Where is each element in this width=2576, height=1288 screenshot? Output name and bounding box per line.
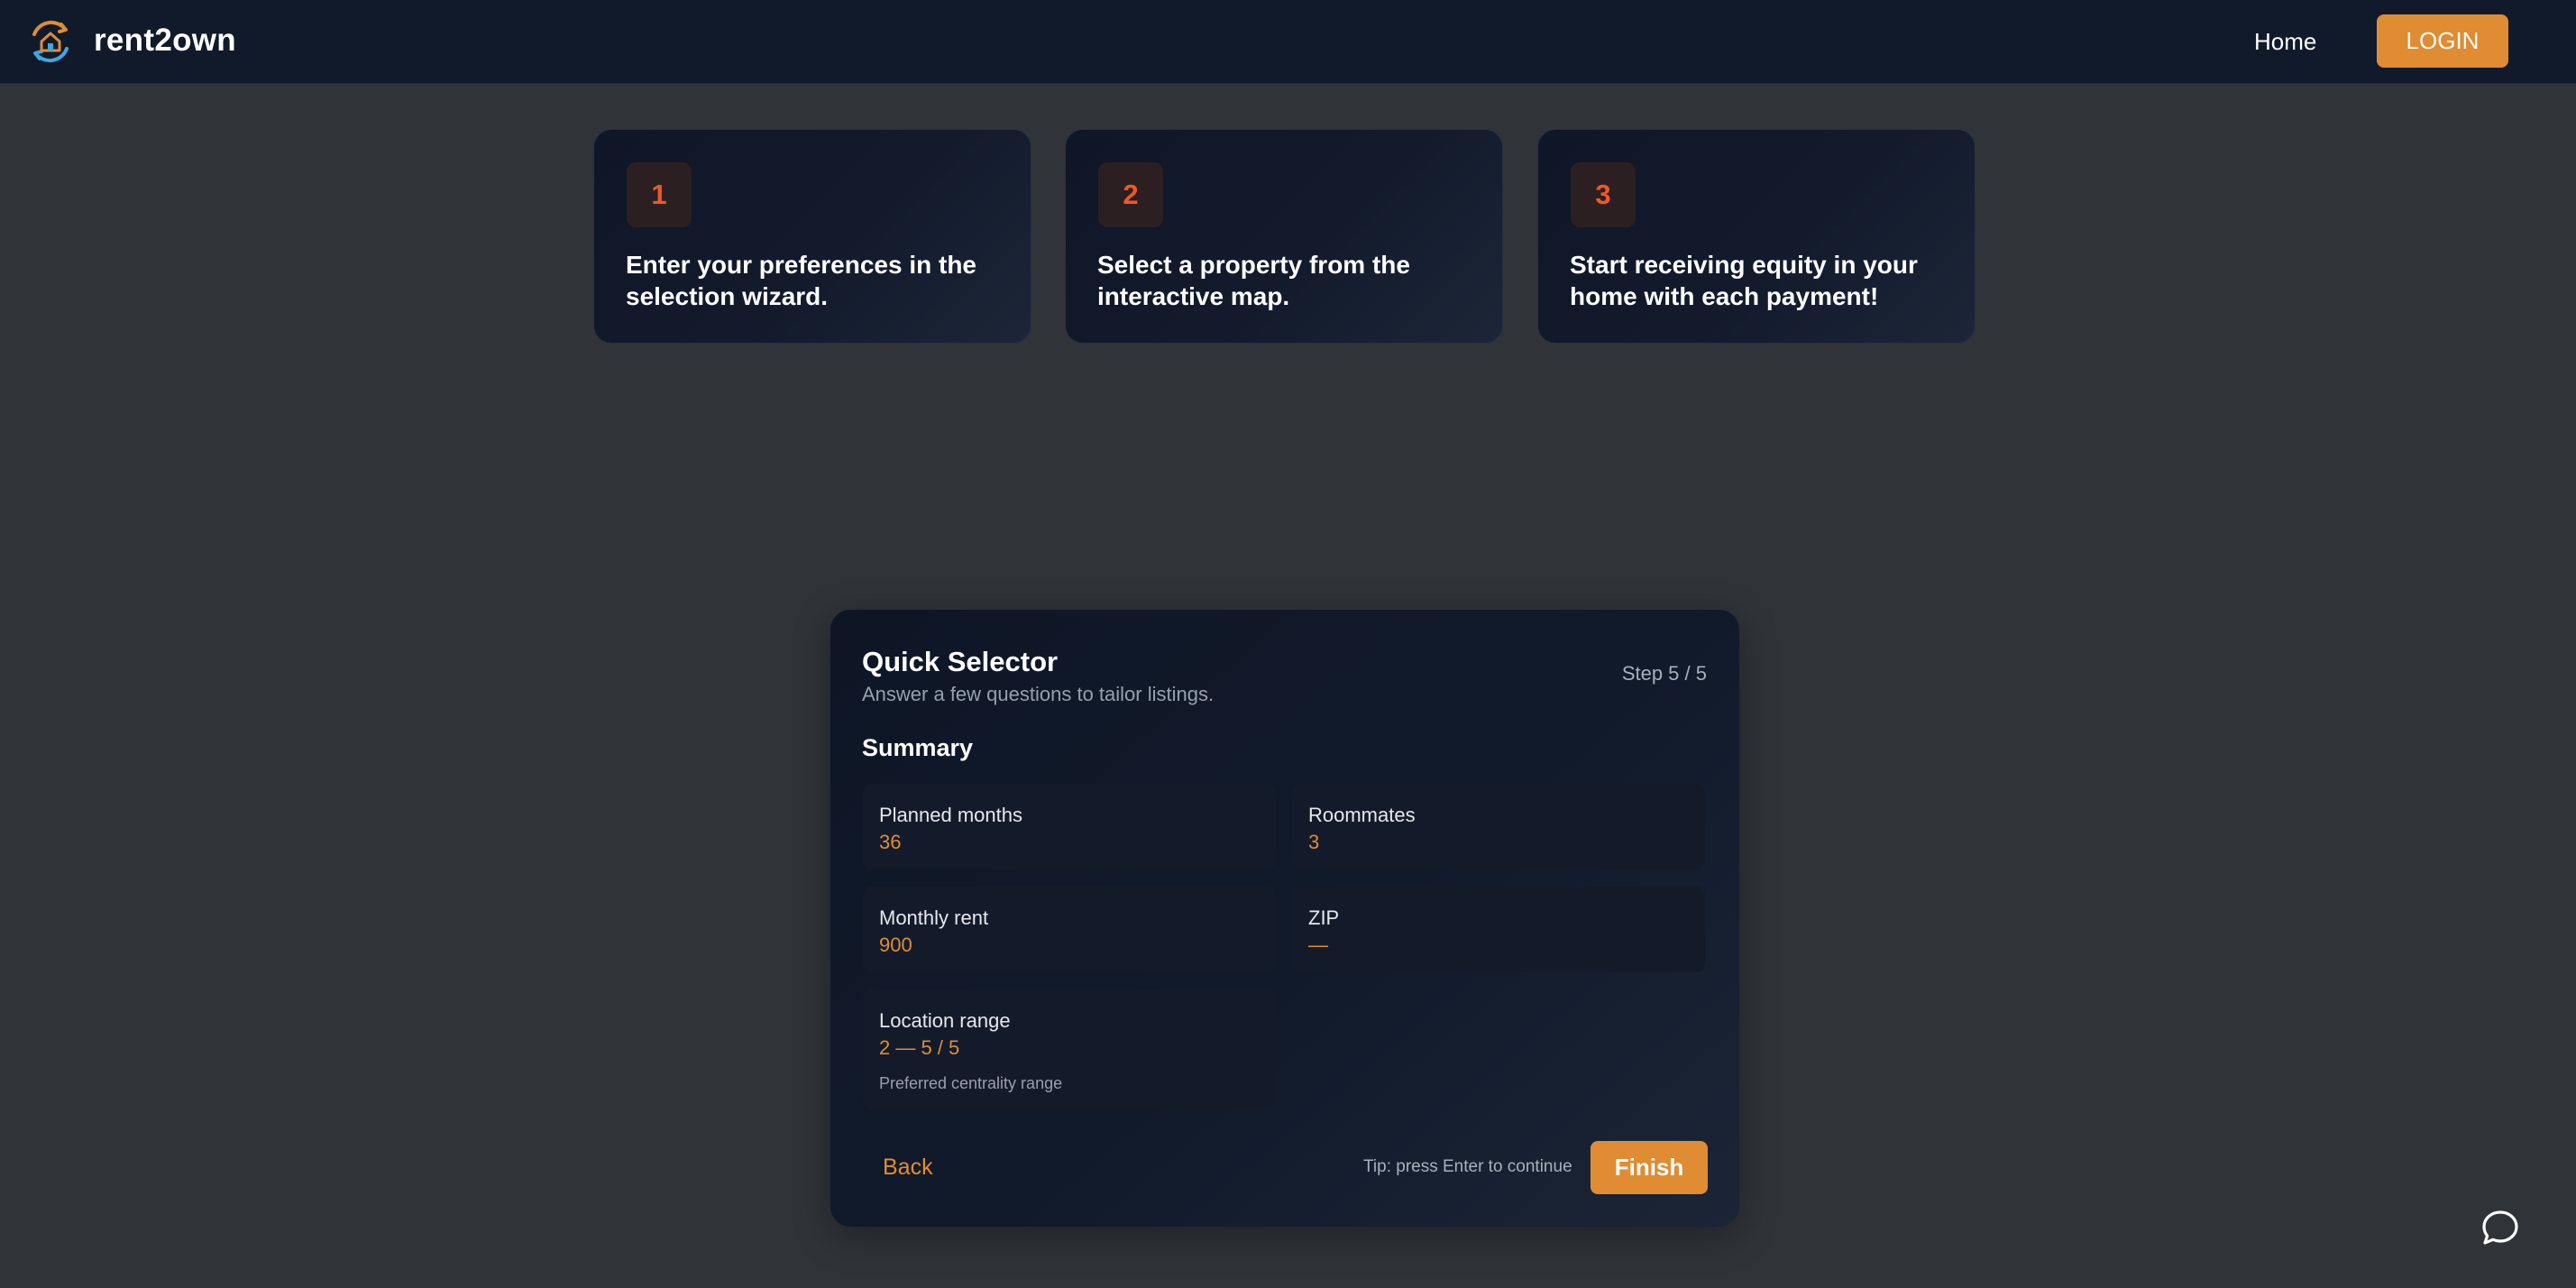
login-button[interactable]: LOGIN <box>2377 14 2508 68</box>
summary-value: 900 <box>879 934 912 956</box>
house-arrows-icon[interactable] <box>25 16 76 67</box>
quick-selector-panel: Quick Selector Answer a few questions to… <box>830 610 1739 1227</box>
step-description: Start receiving equity in your home with… <box>1570 251 1918 310</box>
step-description: Enter your preferences in the selection … <box>626 251 977 310</box>
step-card-2: 2 Select a property from the interactive… <box>1065 129 1503 344</box>
summary-value: 3 <box>1308 831 1320 853</box>
summary-label: Roommates <box>1308 804 1416 826</box>
step-card-3: 3 Start receiving equity in your home wi… <box>1537 129 1976 344</box>
step-description: Select a property from the interactive m… <box>1097 251 1410 310</box>
panel-subtitle: Answer a few questions to tailor listing… <box>862 683 1215 705</box>
nav-home-link[interactable]: Home <box>2254 23 2316 60</box>
brand-name[interactable]: rent2own <box>94 20 236 61</box>
step-number-badge: 2 <box>1098 162 1163 227</box>
step-indicator: Step 5 / 5 <box>1621 662 1707 685</box>
summary-heading: Summary <box>862 734 974 761</box>
summary-value: — <box>1308 934 1328 956</box>
summary-value: 36 <box>879 831 902 853</box>
back-button[interactable]: Back <box>883 1151 933 1183</box>
summary-label: ZIP <box>1308 906 1340 929</box>
step-number-badge: 1 <box>627 162 692 227</box>
summary-card-zip: ZIP — <box>1292 887 1705 972</box>
summary-label: Location range <box>879 1009 1011 1032</box>
summary-label: Planned months <box>879 804 1022 826</box>
step-number-badge: 3 <box>1571 162 1636 227</box>
summary-card-monthly-rent: Monthly rent 900 <box>863 887 1276 972</box>
keyboard-tip: Tip: press Enter to continue <box>1363 1157 1572 1176</box>
summary-card-planned-months: Planned months 36 <box>863 784 1276 869</box>
top-navbar: rent2own Home LOGIN <box>0 0 2576 84</box>
panel-title: Quick Selector <box>862 646 1059 677</box>
chat-bubble-icon[interactable] <box>2479 1207 2522 1250</box>
summary-note: Preferred centrality range <box>879 1074 1063 1092</box>
summary-label: Monthly rent <box>879 906 989 929</box>
step-card-1: 1 Enter your preferences in the selectio… <box>593 129 1031 344</box>
finish-button[interactable]: Finish <box>1591 1141 1708 1194</box>
summary-value: 2 — 5 / 5 <box>879 1036 960 1059</box>
summary-card-location-range: Location range 2 — 5 / 5 Preferred centr… <box>863 989 1276 1109</box>
summary-card-roommates: Roommates 3 <box>1292 784 1705 869</box>
